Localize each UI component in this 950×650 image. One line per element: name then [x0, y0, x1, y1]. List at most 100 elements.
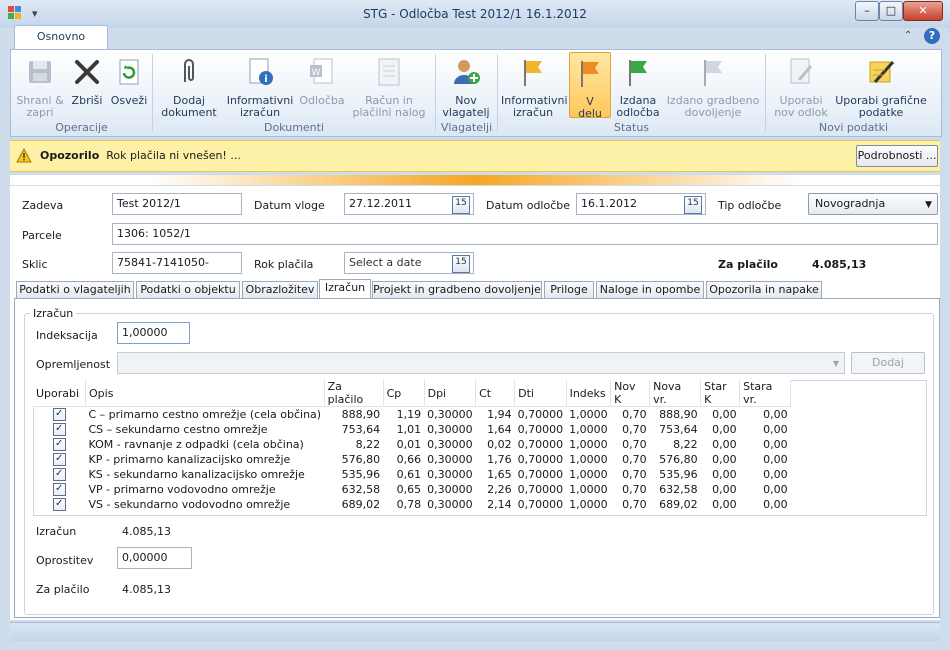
warning-message: Opozorilo Rok plačila ni vnešen! ... [40, 149, 241, 162]
value-cell: 0,70 [622, 408, 647, 421]
zbrisi-button[interactable]: Zbriši [67, 52, 107, 107]
value-cell: 0,30000 [427, 453, 473, 466]
close-button[interactable]: ✕ [903, 1, 943, 21]
parcele-label: Parcele [22, 229, 62, 242]
uporabi-nov-odlok-button[interactable]: Uporabi nov odlok [769, 52, 833, 119]
help-icon[interactable]: ? [924, 28, 940, 44]
podrobnosti-button[interactable]: Podrobnosti ... [856, 145, 938, 167]
opremljenost-select[interactable]: ▼ [117, 352, 845, 374]
col-za-placilo[interactable]: Za plačilo [324, 380, 384, 407]
tab-naloge-opombe[interactable]: Naloge in opombe [596, 281, 704, 298]
paperclip-icon [184, 59, 194, 82]
col-stara-vr[interactable]: Stara vr. [739, 380, 792, 407]
refresh-icon [119, 59, 139, 85]
datum-odlocbe-field[interactable]: 16.1.2012 15 [576, 193, 706, 215]
value-cell: 0,00 [712, 438, 737, 451]
opis-cell: KP - primarno kanalizacijsko omrežje [88, 453, 291, 466]
nov-vlagatelj-button[interactable]: Nov vlagatelj [439, 52, 493, 119]
col-nov-k[interactable]: Nov K [610, 380, 651, 407]
col-dti[interactable]: Dti [514, 380, 567, 407]
maximize-button[interactable]: □ [879, 1, 903, 21]
ribbon-collapse-icon[interactable]: ⌃ [904, 30, 912, 41]
dodaj-dokument-button[interactable]: Dodaj dokument [159, 52, 219, 119]
col-star-k[interactable]: Star K [700, 380, 741, 407]
uporabi-checkbox[interactable]: ✓ [52, 438, 66, 452]
dodaj-button[interactable]: Dodaj [851, 352, 925, 374]
parcele-field[interactable]: 1306: 1052/1 [112, 223, 938, 245]
uporabi-cell[interactable]: ✓ [33, 437, 86, 452]
table-row[interactable]: ✓ C – primarno cestno omrežje (cela občin… [33, 407, 791, 423]
odlocba-button[interactable]: W Odločba [297, 52, 347, 107]
col-uporabi[interactable]: Uporabi [33, 380, 86, 407]
uporabi-checkbox[interactable]: ✓ [52, 468, 66, 482]
status-informativni-izracun-button[interactable]: Informativni izračun [501, 52, 568, 119]
col-cp[interactable]: Cp [383, 380, 425, 407]
tab-podatki-o-vlagateljih[interactable]: Podatki o vlagateljih [16, 281, 134, 298]
table-row[interactable]: ✓ KP - primarno kanalizacijsko omrežje 576… [33, 452, 791, 467]
tab-priloge[interactable]: Priloge [544, 281, 594, 298]
chevron-down-icon: ▼ [832, 359, 839, 368]
title-bar: ▾ STG - Odločba Test 2012/1 16.1.2012 – … [0, 0, 950, 28]
status-izdana-odlocba-button[interactable]: Izdana odločba [613, 52, 663, 119]
tab-podatki-o-objektu[interactable]: Podatki o objektu [136, 281, 240, 298]
col-dpi[interactable]: Dpi [424, 380, 477, 407]
uporabi-checkbox[interactable]: ✓ [52, 408, 66, 422]
uporabi-cell[interactable]: ✓ [33, 497, 86, 512]
value-cell: 0,70000 [517, 468, 564, 481]
value-cell: 576,80 [341, 453, 381, 466]
datum-vloge-field[interactable]: 27.12.2011 15 [344, 193, 474, 215]
value-cell: 1,0000 [569, 498, 608, 511]
tab-osnovno[interactable]: Osnovno [14, 25, 108, 50]
tab-opozorila-napake[interactable]: Opozorila in napake [706, 281, 822, 298]
tip-odlocbe-select[interactable]: Novogradnja ▼ [808, 193, 938, 215]
col-indeks[interactable]: Indeks [566, 380, 612, 407]
status-izdano-gradbeno-button[interactable]: Izdano gradbeno dovoljenje [665, 52, 761, 119]
uporabi-checkbox[interactable]: ✓ [52, 453, 66, 467]
value-cell: 0,30000 [427, 438, 473, 451]
group-label-vlagatelji: Vlagatelji [440, 121, 493, 134]
calendar-icon[interactable]: 15 [452, 255, 470, 273]
uporabi-checkbox[interactable]: ✓ [52, 498, 66, 512]
tab-obrazlozitev[interactable]: Obrazložitev [242, 281, 318, 298]
table-row[interactable]: ✓ VP - primarno vodovodno omrežje 632,58 0,… [33, 482, 791, 497]
rok-placila-field[interactable]: Select a date 15 [344, 252, 474, 274]
value-cell: 689,02 [659, 498, 698, 511]
osvezi-button[interactable]: Osveži [109, 52, 149, 107]
status-v-delu-button[interactable]: Vdelu [569, 52, 611, 120]
calendar-icon[interactable]: 15 [452, 196, 470, 214]
tab-projekt-gradbeno[interactable]: Projekt in gradbeno dovoljenje [372, 281, 542, 298]
warning-icon [16, 148, 32, 163]
sklic-field[interactable]: 75841-7141050- [112, 252, 242, 274]
oprostitev-field[interactable]: 0,00000 [117, 547, 192, 569]
minimize-button[interactable]: – [855, 1, 879, 21]
table-row[interactable]: ✓ CS – sekundarno cestno omrežje 753,64 1,0… [33, 422, 791, 437]
uporabi-cell[interactable]: ✓ [33, 452, 86, 467]
zadeva-field[interactable]: Test 2012/1 [112, 193, 242, 215]
uporabi-checkbox[interactable]: ✓ [52, 423, 66, 437]
uporabi-checkbox[interactable]: ✓ [52, 483, 66, 497]
uporabi-graficne-podatke-button[interactable]: Uporabi grafične podatke [835, 52, 927, 119]
izracun-total-label: Izračun [36, 525, 77, 538]
indeksacija-field[interactable]: 1,00000 [117, 322, 190, 344]
racun-placilni-nalog-button[interactable]: Račun in plačilni nalog [349, 52, 429, 119]
value-cell: 0,70 [622, 453, 647, 466]
value-cell: 1,01 [396, 423, 422, 436]
uporabi-cell[interactable]: ✓ [33, 407, 86, 423]
uporabi-cell[interactable]: ✓ [33, 422, 86, 437]
table-row[interactable]: ✓ KOM - ravnanje z odpadki (cela občina) 8… [33, 437, 791, 452]
col-opis[interactable]: Opis [85, 380, 325, 407]
calendar-icon[interactable]: 15 [684, 196, 702, 214]
shrani-zapri-button[interactable]: Shrani & zapri [15, 52, 65, 119]
table-row[interactable]: ✓ KS - sekundarno kanalizacijsko omrežje 5… [33, 467, 791, 482]
value-cell: 0,70 [622, 498, 647, 511]
table-row[interactable]: ✓ VS - sekundarno vodovodno omrežje 689,02… [33, 497, 791, 512]
informativni-izracun-doc-button[interactable]: i Informativni izračun [225, 52, 295, 119]
izracun-table: Uporabi Opis Za plačilo Cp Dpi Ct Dti In… [33, 380, 792, 512]
uporabi-cell[interactable]: ✓ [33, 467, 86, 482]
value-cell: 0,00 [763, 408, 788, 421]
col-nova-vr[interactable]: Nova vr. [649, 380, 702, 407]
col-ct[interactable]: Ct [475, 380, 516, 407]
green-flag-icon [629, 60, 647, 86]
tab-izracun[interactable]: Izračun [319, 279, 371, 299]
uporabi-cell[interactable]: ✓ [33, 482, 86, 497]
